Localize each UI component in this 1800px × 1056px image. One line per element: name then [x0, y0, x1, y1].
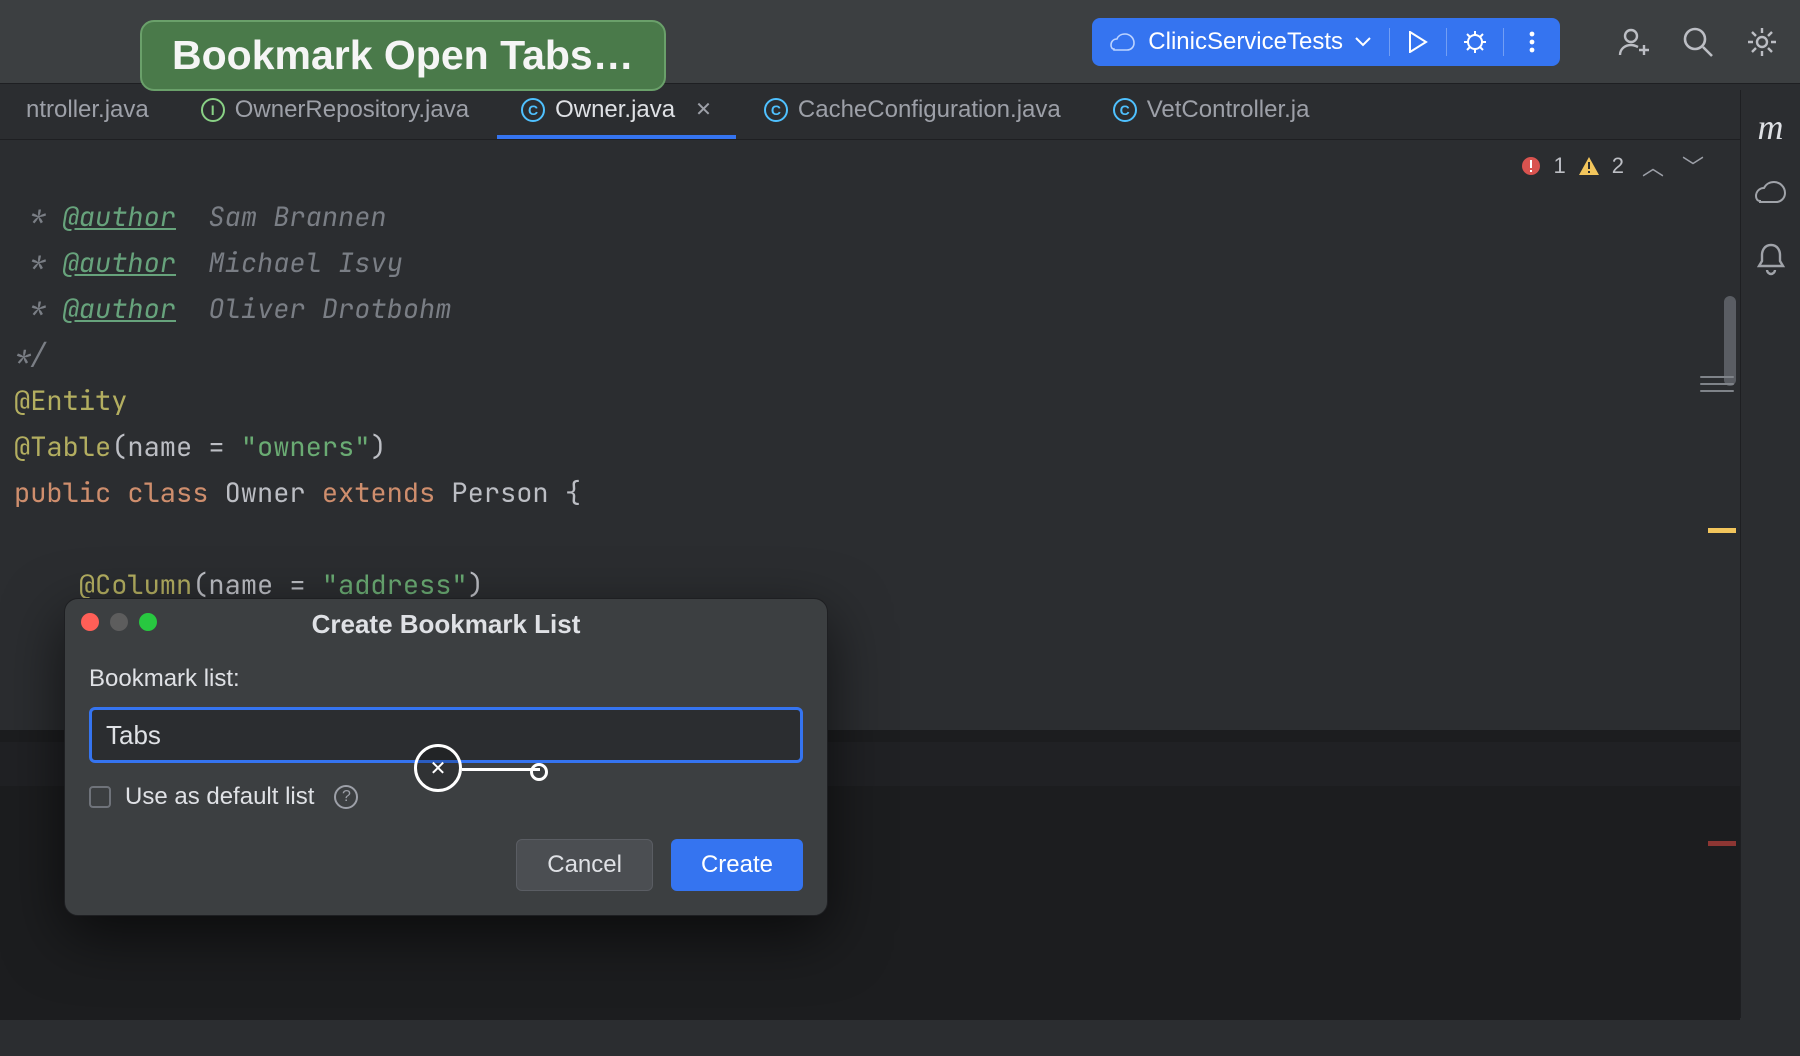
- warning-icon: [1578, 156, 1600, 176]
- class-icon: C: [1113, 98, 1137, 122]
- search-icon[interactable]: [1680, 24, 1716, 60]
- bookmark-open-tabs-badge: Bookmark Open Tabs…: [140, 20, 666, 91]
- run-config-label: ClinicServiceTests: [1148, 28, 1343, 56]
- run-more-button[interactable]: [1504, 18, 1560, 66]
- class-icon: C: [764, 98, 788, 122]
- editor-tabs: ntroller.java I OwnerRepository.java C O…: [0, 84, 1800, 140]
- notifications-tool-icon[interactable]: [1754, 242, 1788, 276]
- chevron-down-icon: [1355, 37, 1371, 47]
- next-problem-icon[interactable]: ﹀: [1682, 150, 1704, 182]
- scrollbar-thumb[interactable]: [1724, 296, 1736, 386]
- dialog-close-button[interactable]: [81, 613, 99, 631]
- dialog-maximize-button[interactable]: [139, 613, 157, 631]
- error-icon: [1521, 156, 1541, 176]
- create-button[interactable]: Create: [671, 839, 803, 891]
- help-icon[interactable]: ?: [334, 785, 358, 809]
- tab-owner[interactable]: C Owner.java ✕: [497, 84, 736, 139]
- cursor-indicator: ✕: [414, 744, 462, 792]
- maven-tool-icon[interactable]: m: [1754, 110, 1788, 144]
- cursor-tail: [462, 768, 540, 771]
- error-count: 1: [1553, 153, 1565, 179]
- elephant-icon: [1110, 31, 1136, 53]
- tab-label: ntroller.java: [26, 96, 149, 124]
- run-button[interactable]: [1390, 18, 1446, 66]
- run-configuration[interactable]: ClinicServiceTests: [1092, 18, 1560, 66]
- gear-icon[interactable]: [1744, 24, 1780, 60]
- bookmark-list-label: Bookmark list:: [89, 665, 803, 693]
- dialog-title: Create Bookmark List: [312, 609, 581, 640]
- tab-label: OwnerRepository.java: [235, 96, 469, 124]
- cancel-button[interactable]: Cancel: [516, 839, 653, 891]
- close-tab-icon[interactable]: ✕: [695, 97, 712, 122]
- right-toolwindow-stripe: m: [1740, 90, 1800, 1018]
- interface-icon: I: [201, 98, 225, 122]
- debug-button[interactable]: [1447, 18, 1503, 66]
- tab-partial-ntroller[interactable]: ntroller.java: [2, 84, 173, 139]
- tab-vet-controller[interactable]: C VetController.ja: [1089, 84, 1334, 139]
- tab-label: VetController.ja: [1147, 96, 1310, 124]
- tab-cache-configuration[interactable]: C CacheConfiguration.java: [740, 84, 1085, 139]
- dialog-minimize-button[interactable]: [110, 613, 128, 631]
- tab-label: CacheConfiguration.java: [798, 96, 1061, 124]
- add-user-icon[interactable]: [1616, 24, 1652, 60]
- minimap-icon: [1700, 376, 1734, 392]
- tab-label: Owner.java: [555, 96, 675, 124]
- use-as-default-label: Use as default list: [125, 783, 314, 811]
- use-as-default-checkbox[interactable]: [89, 786, 111, 808]
- prev-problem-icon[interactable]: ︿: [1642, 150, 1664, 182]
- warning-mark[interactable]: [1708, 528, 1736, 533]
- tab-owner-repository[interactable]: I OwnerRepository.java: [177, 84, 493, 139]
- class-icon: C: [521, 98, 545, 122]
- inspection-summary[interactable]: 1 2 ︿ ﹀: [1521, 150, 1704, 182]
- warning-count: 2: [1612, 153, 1624, 179]
- gradle-tool-icon[interactable]: [1754, 176, 1788, 210]
